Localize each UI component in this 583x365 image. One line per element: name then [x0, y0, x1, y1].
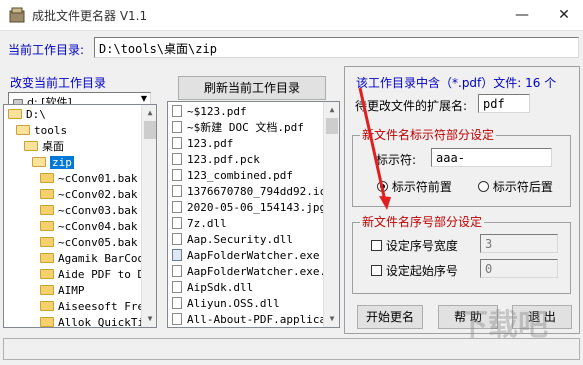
watermark: 下载吧 [458, 308, 548, 343]
